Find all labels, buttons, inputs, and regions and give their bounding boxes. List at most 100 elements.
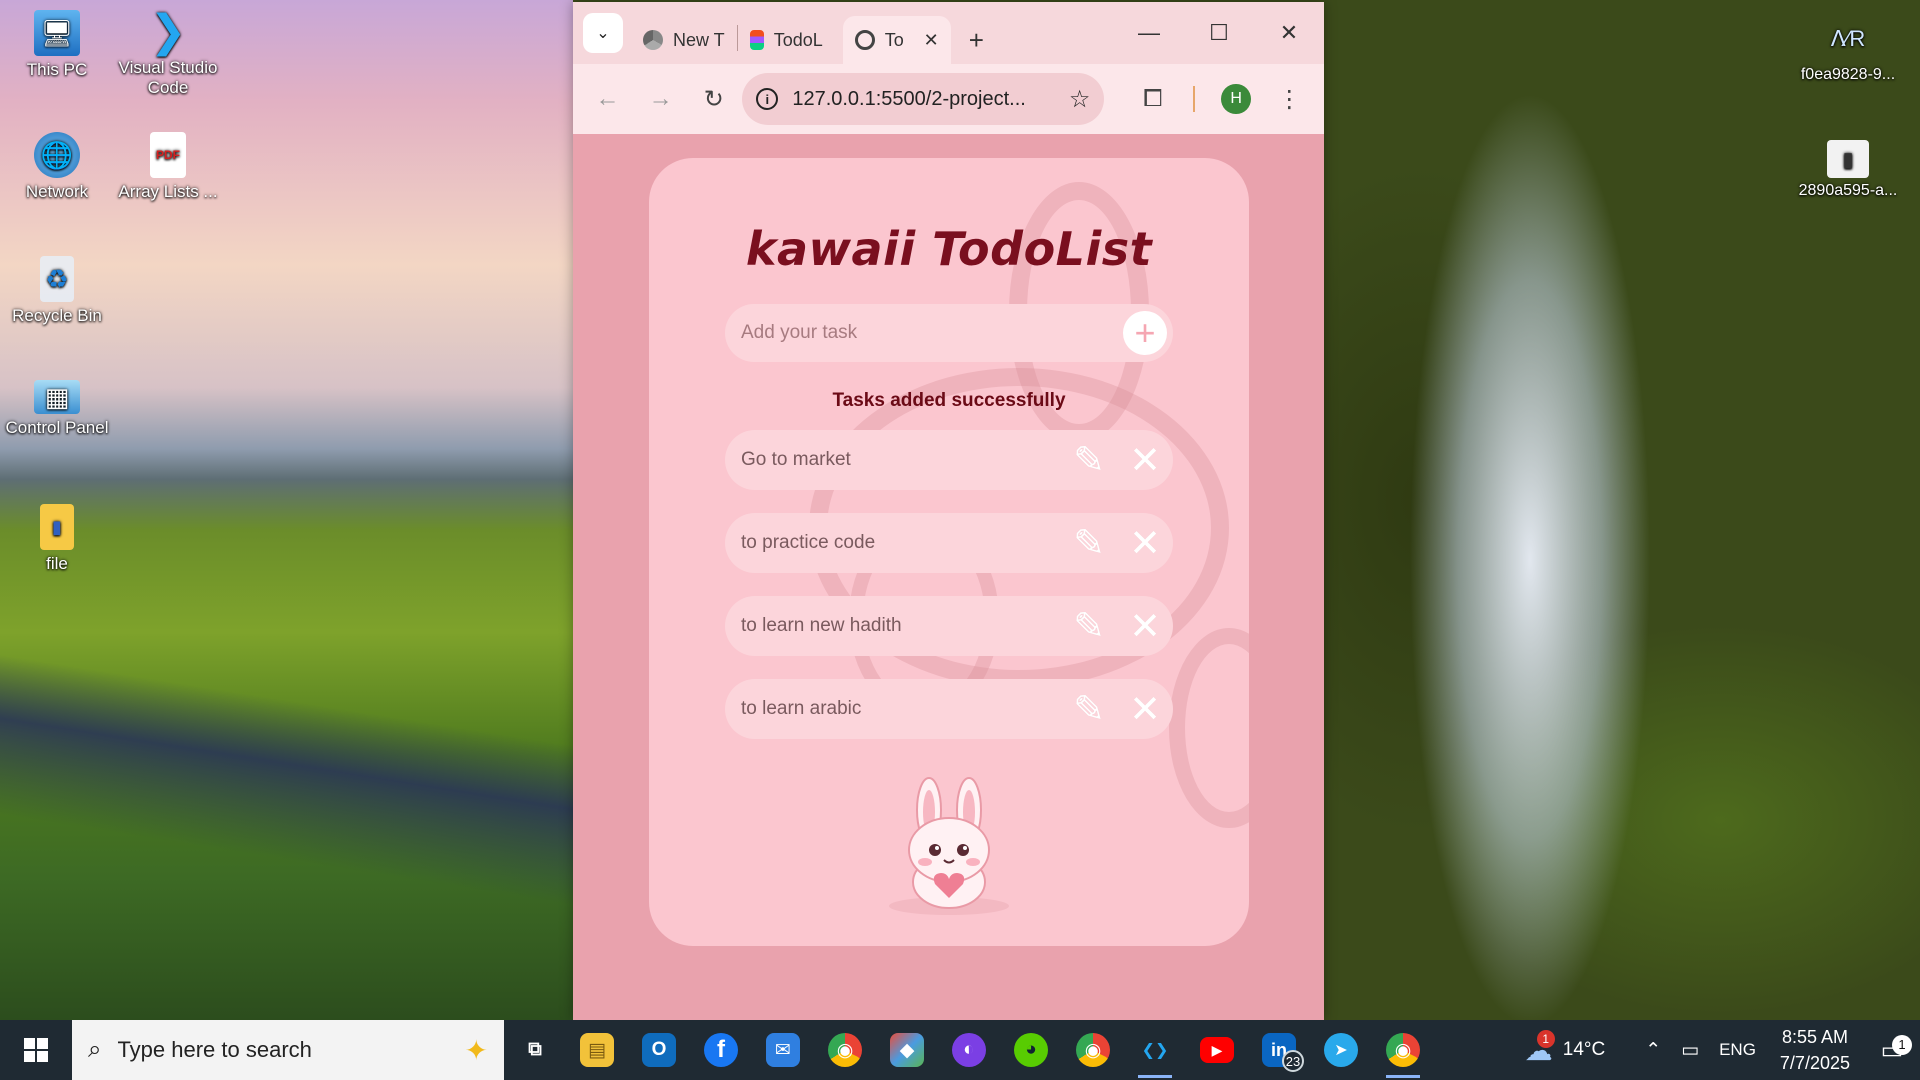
taskbar-chrome[interactable]: ◉ [1372,1020,1434,1080]
taskbar-github[interactable]: ◐ [938,1020,1000,1080]
edit-task-button[interactable]: ✎ [1061,681,1117,737]
site-info-icon[interactable]: i [756,88,779,110]
desktop-icon-vscode[interactable]: ❯ Visual Studio Code [112,6,224,98]
outlook-icon: O [642,1033,676,1067]
desktop-icon-control-panel[interactable]: ▦ Control Panel [1,380,113,438]
show-hidden-icons[interactable]: ⌃ [1615,1039,1671,1062]
taskbar-chrome-profile-1[interactable]: ◉ [814,1020,876,1080]
taskbar-outlook[interactable]: O [628,1020,690,1080]
maximize-button[interactable]: ☐ [1184,2,1254,64]
add-task-row: + [725,304,1173,362]
extensions-button[interactable]: ⧠ [1128,74,1177,124]
address-bar[interactable]: i 127.0.0.1:5500/2-project... ☆ [742,73,1105,125]
tab-new-tab[interactable]: New T [631,16,737,64]
task-item: to learn arabic ✎ ✕ [725,679,1173,739]
figma-icon [749,30,764,50]
task-text: to practice code [741,532,876,553]
control-panel-icon: ▦ [34,380,80,414]
desktop-icon-recycle-bin[interactable]: ♻ Recycle Bin [1,256,113,326]
browser-menu-button[interactable]: ⋮ [1265,74,1314,124]
desktop-icon-network[interactable]: 🌐 Network [1,132,113,202]
app-title: kawaii TodoList [745,222,1153,276]
new-tab-button[interactable]: + [957,16,996,64]
window-controls: — ☐ ✕ [1114,2,1324,64]
copilot-sparkle-icon[interactable]: ✦ [465,1034,488,1067]
close-tab-icon[interactable]: ✕ [924,30,939,51]
delete-task-button[interactable]: ✕ [1117,432,1173,488]
minimize-button[interactable]: — [1114,2,1184,64]
desktop-icon-image-2[interactable]: ▮ 2890a595-a... [1788,140,1908,200]
chrome-profile-icon: ◉ [1076,1033,1110,1067]
tab-todolist-active[interactable]: To ✕ [842,16,951,64]
chrome-icon: ◉ [1386,1033,1420,1067]
desktop-icon-array-lists-pdf[interactable]: PDF Array Lists ... [112,132,224,202]
kebab-menu-icon: ⋮ [1277,85,1302,113]
url-text: 127.0.0.1:5500/2-project... [792,87,1026,110]
notification-count: 1 [1892,1034,1912,1055]
close-icon: ✕ [1129,439,1161,482]
browser-window: ⌄ New T TodoL To ✕ + — ☐ ✕ ← → ↻ i 127.0… [573,2,1324,1020]
arrow-left-icon: ← [595,85,620,112]
taskbar-chrome-profile-2[interactable]: ◉ [1062,1020,1124,1080]
edit-task-button[interactable]: ✎ [1061,432,1117,488]
clock-date: 7/7/2025 [1779,1053,1850,1073]
battery-indicator[interactable]: ▭ [1671,1039,1709,1062]
back-button[interactable]: ← [583,74,632,124]
delete-task-button[interactable]: ✕ [1117,681,1173,737]
taskbar-file-explorer[interactable]: ▤ [566,1020,628,1080]
reload-icon: ↻ [703,85,724,113]
taskbar-duolingo[interactable]: ◕ [1000,1020,1062,1080]
chrome-icon [643,30,663,50]
forward-button[interactable]: → [636,74,685,124]
task-input[interactable] [741,322,1123,344]
tab-search-button[interactable]: ⌄ [583,13,623,53]
minimize-icon: — [1138,20,1160,45]
globe-icon [854,30,875,50]
close-window-button[interactable]: ✕ [1254,2,1324,64]
taskbar-task-view[interactable]: ⧉ [504,1020,566,1080]
pdf-icon: PDF [150,132,186,178]
image-file-icon: ▮ [1827,140,1869,178]
taskbar-linkedin[interactable]: in 23 [1248,1020,1310,1080]
desktop-icon-image-1[interactable]: ᐱ⁄R f0ea9828-9... [1788,16,1908,84]
tab-todolist-figma[interactable]: TodoL [738,16,835,64]
edit-task-button[interactable]: ✎ [1061,598,1117,654]
profile-avatar[interactable]: H [1221,84,1251,114]
youtube-icon: ▶ [1200,1037,1234,1063]
windows-logo-icon [24,1038,48,1062]
delete-task-button[interactable]: ✕ [1117,515,1173,571]
language-indicator[interactable]: ENG [1709,1040,1766,1060]
vscode-icon: ❯ [149,6,187,56]
taskbar-mail[interactable]: ✉ [752,1020,814,1080]
taskbar-search[interactable]: ⌕ ✦ [72,1020,504,1080]
facebook-icon: f [704,1033,738,1067]
desktop-icon-file[interactable]: ▮ file [1,504,113,574]
taskbar-git[interactable]: ◆ [876,1020,938,1080]
notifications-button[interactable]: ▭ 1 [1864,1034,1920,1065]
add-task-button[interactable]: + [1123,311,1167,355]
taskbar-search-input[interactable] [117,1037,449,1063]
delete-task-button[interactable]: ✕ [1117,598,1173,654]
taskbar-telegram[interactable]: ➤ [1310,1020,1372,1080]
start-button[interactable] [0,1020,72,1080]
weather-widget[interactable]: ☁ 1 14°C [1515,1029,1615,1067]
chrome-profile-icon: ◉ [828,1033,862,1067]
taskbar-youtube[interactable]: ▶ [1186,1020,1248,1080]
bg-bear-decoration [1169,628,1249,828]
weather-temp: 14°C [1562,1039,1606,1060]
pencil-icon: ✎ [1073,439,1105,482]
maximize-icon: ☐ [1209,20,1229,45]
close-icon: ✕ [1129,522,1161,565]
pencil-icon: ✎ [1073,605,1105,648]
bookmark-star-icon[interactable]: ☆ [1069,85,1091,114]
wallpaper-river [0,654,573,906]
browser-toolbar: ← → ↻ i 127.0.0.1:5500/2-project... ☆ ⧠ … [573,64,1324,134]
taskbar-facebook[interactable]: f [690,1020,752,1080]
vscode-icon: ❮❯ [1141,1042,1169,1059]
desktop-icon-this-pc[interactable]: 🖥 This PC [1,10,113,80]
reload-button[interactable]: ↻ [689,74,738,124]
edit-task-button[interactable]: ✎ [1061,515,1117,571]
clock[interactable]: 8:55 AM 7/7/2025 [1766,1024,1864,1076]
task-text: Go to market [741,449,851,470]
taskbar-vscode[interactable]: ❮❯ [1124,1020,1186,1080]
